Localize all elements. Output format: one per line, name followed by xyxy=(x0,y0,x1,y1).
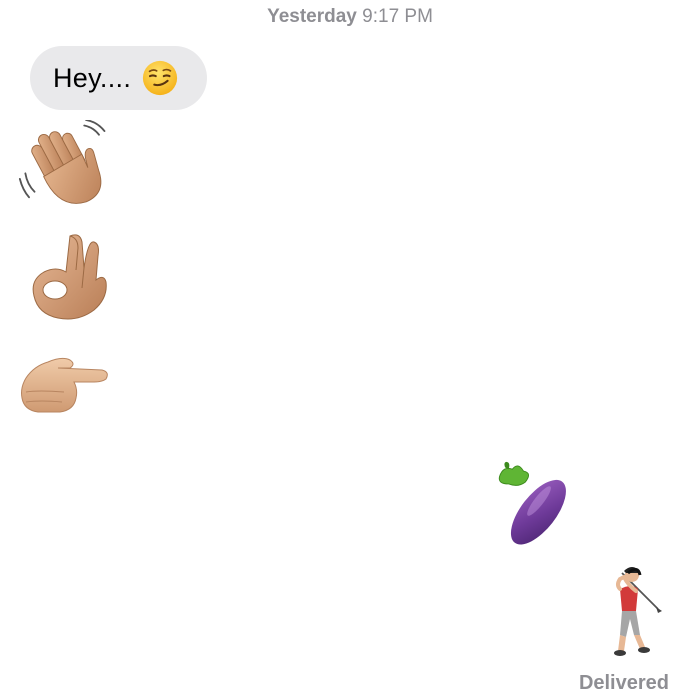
message-timestamp: Yesterday 9:17 PM xyxy=(0,6,700,28)
pointing-right-hand-icon[interactable] xyxy=(18,352,110,416)
timestamp-time: 9:17 PM xyxy=(362,6,433,27)
timestamp-day: Yesterday xyxy=(267,6,357,27)
smirking-face-icon xyxy=(143,60,178,96)
message-text: Hey.... xyxy=(53,62,132,93)
incoming-message-bubble[interactable]: Hey.... xyxy=(30,46,208,110)
ok-hand-icon[interactable] xyxy=(22,228,112,323)
eggplant-icon[interactable] xyxy=(494,460,586,552)
delivered-status: Delivered xyxy=(578,672,669,694)
waving-hand-icon[interactable] xyxy=(18,120,110,212)
golfer-icon[interactable] xyxy=(598,563,668,661)
